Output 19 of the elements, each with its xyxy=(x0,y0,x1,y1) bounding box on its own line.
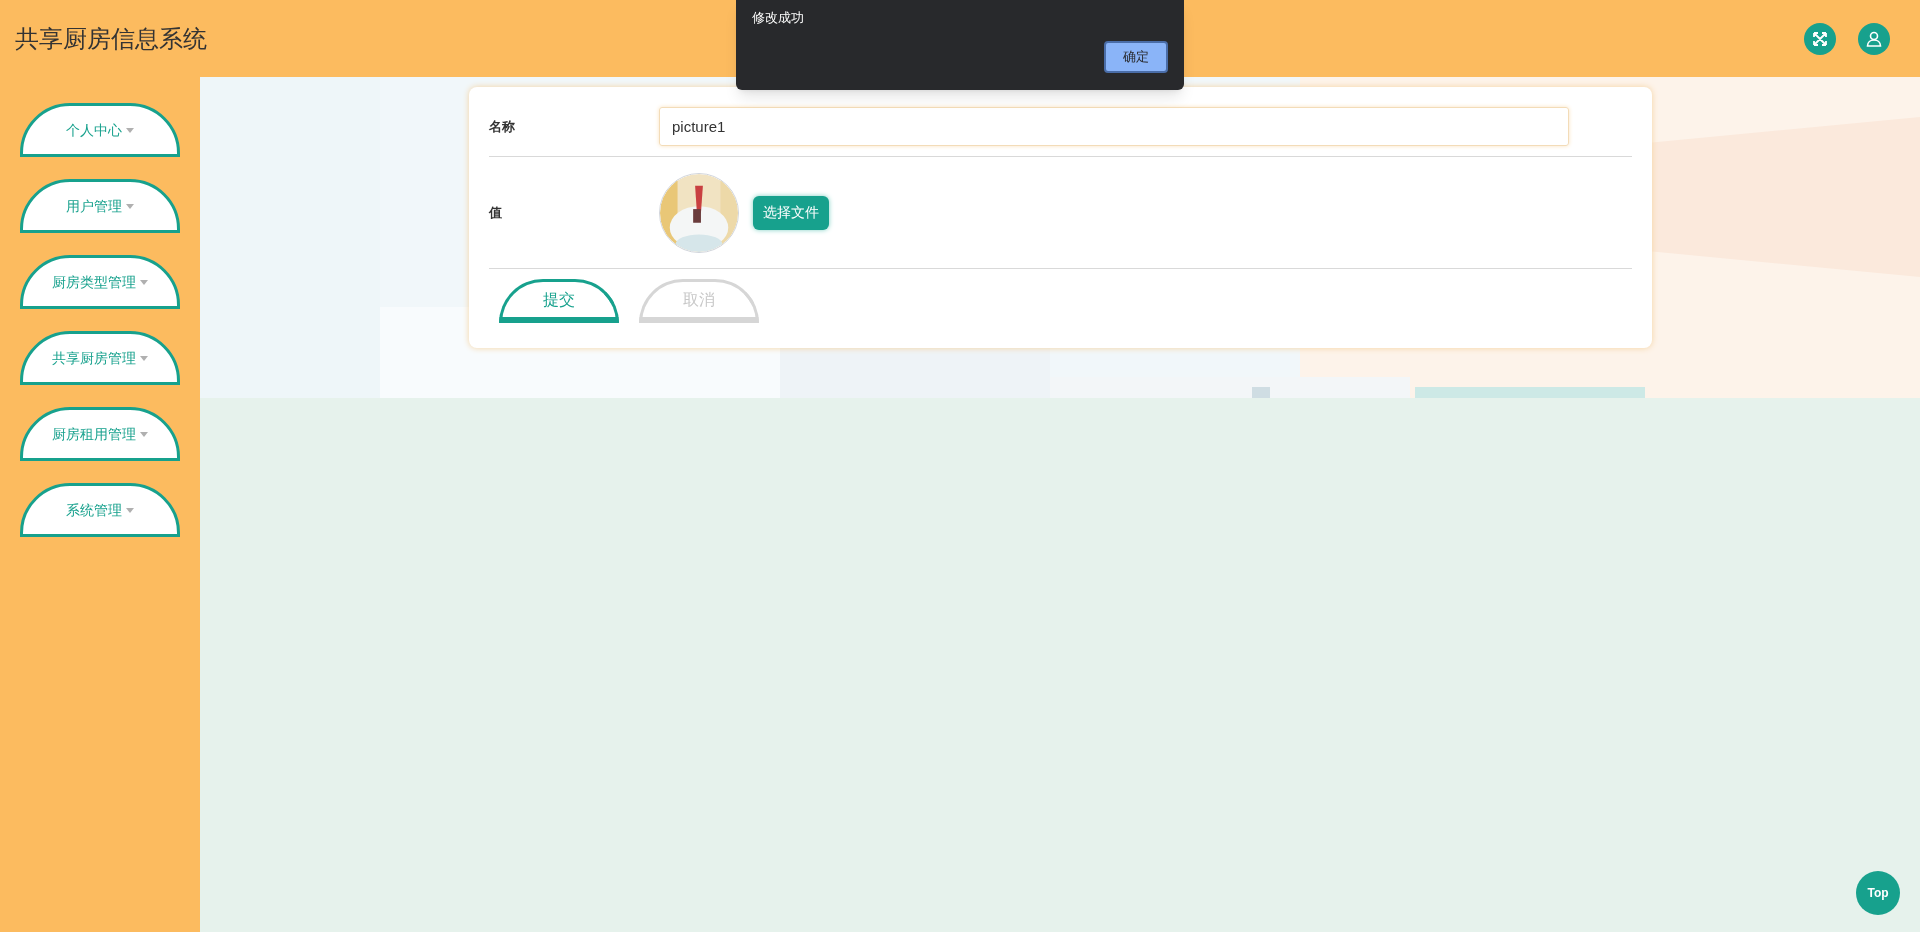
confirm-button[interactable]: 确定 xyxy=(1104,41,1168,73)
caret-icon xyxy=(140,431,148,437)
app-title: 共享厨房信息系统 xyxy=(15,23,207,54)
caret-icon xyxy=(126,203,134,209)
sidebar-item[interactable]: 个人中心 xyxy=(20,103,180,157)
caret-icon xyxy=(140,355,148,361)
caret-icon xyxy=(126,127,134,133)
user-icon xyxy=(1866,30,1882,47)
fullscreen-button[interactable] xyxy=(1804,22,1836,55)
dialog-message: 修改成功 xyxy=(752,9,805,27)
sidebar-item[interactable]: 厨房租用管理 xyxy=(20,407,180,461)
caret-icon xyxy=(126,507,134,513)
sidebar-item[interactable]: 共享厨房管理 xyxy=(20,331,180,385)
sidebar-item[interactable]: 系统管理 xyxy=(20,483,180,537)
user-button[interactable] xyxy=(1858,22,1890,55)
sidebar-item[interactable]: 用户管理 xyxy=(20,179,180,233)
sidebar-item[interactable]: 厨房类型管理 xyxy=(20,255,180,309)
caret-icon xyxy=(140,279,148,285)
expand-icon xyxy=(1812,30,1828,47)
